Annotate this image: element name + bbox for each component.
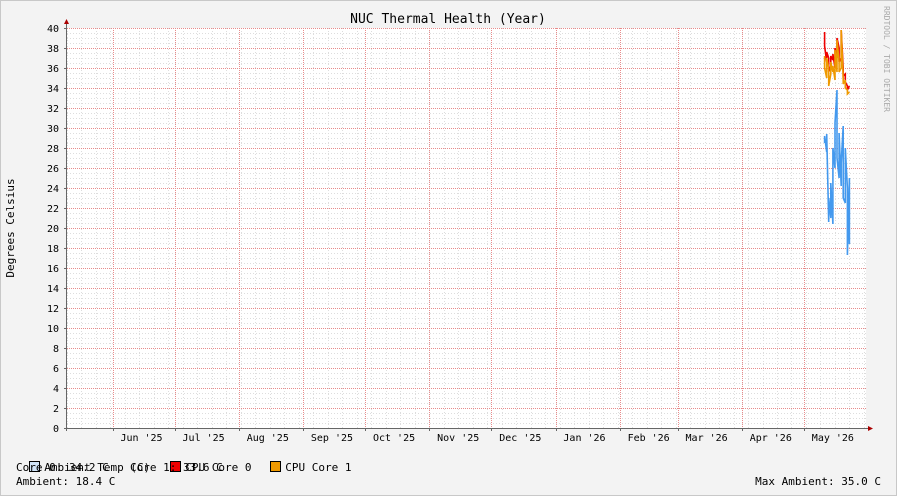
x-tick-label: Nov '25 [437,433,479,444]
y-tick-label: 6 [53,364,59,375]
x-tick-label: Dec '25 [499,433,541,444]
y-tick-label: 22 [47,204,59,215]
y-tick-label: 32 [47,104,59,115]
chart-title: NUC Thermal Health (Year) [350,12,546,27]
y-axis-arrow [64,19,69,24]
y-tick-label: 28 [47,144,59,155]
y-tick-label: 38 [47,44,59,55]
y-tick-labels: 0246810121416182022242628303234363840 [47,24,59,435]
status-core0: Core 0: 34.2 C [16,461,109,474]
y-tick-label: 8 [53,344,59,355]
x-tick-label: Jun '25 [120,433,162,444]
plot-canvas [67,28,866,428]
y-tick-label: 0 [53,424,59,435]
status-max-ambient: Max Ambient: 35.0 C [755,475,881,488]
legend-label-core1: CPU Core 1 [285,461,352,474]
y-tick-label: 36 [47,64,59,75]
y-tick-label: 34 [47,84,59,95]
x-tick-label: May '26 [812,433,854,444]
x-tick-label: Mar '26 [686,433,728,444]
x-tick-label: Oct '25 [373,433,415,444]
x-axis-arrow [868,426,873,431]
y-tick-label: 18 [47,244,59,255]
x-tick-label: Jul '25 [183,433,225,444]
y-tick-label: 10 [47,324,59,335]
y-tick-label: 16 [47,264,59,275]
x-tick-label: Aug '25 [247,433,289,444]
y-tick-label: 20 [47,224,59,235]
status-core1: Core 1: 33.6 C [130,461,223,474]
y-tick-label: 12 [47,304,59,315]
rrdtool-watermark: RRDTOOL / TOBI OETIKER [882,6,891,112]
y-tick-label: 30 [47,124,59,135]
legend-core1: CPU Core 1 [257,448,351,474]
y-tick-label: 26 [47,164,59,175]
y-axis-label: Degrees Celsius [4,178,17,277]
x-tick-label: Apr '26 [750,433,792,444]
status-ambient: Ambient: 18.4 C [16,475,116,488]
y-tick-label: 40 [47,24,59,35]
x-tick-label: Feb '26 [628,433,670,444]
legend-swatch-core1 [270,461,282,472]
x-tick-labels: Jun '25 Jul '25 Aug '25 Sep '25 Oct '25 Nov '… [120,433,854,444]
y-tick-label: 24 [47,184,59,195]
x-tick-label: Sep '25 [311,433,353,444]
y-tick-label: 4 [53,384,59,395]
y-tick-label: 2 [53,404,59,415]
y-tick-label: 14 [47,284,59,295]
thermal-chart: 0246810121416182022242628303234363840 Ju… [4,6,891,444]
x-tick-label: Jan '26 [563,433,605,444]
